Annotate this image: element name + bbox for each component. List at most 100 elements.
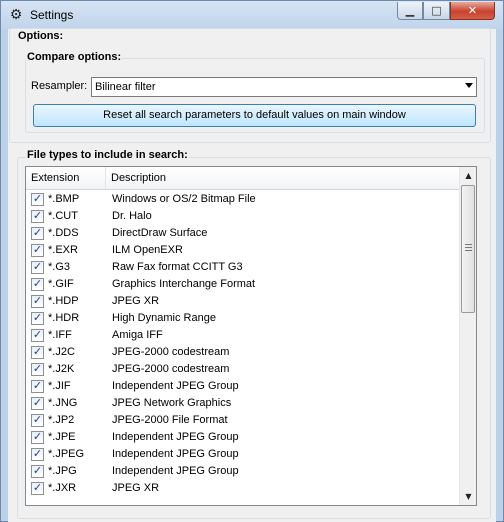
description-cell: Graphics Interchange Format: [112, 278, 256, 290]
options-label: Options:: [17, 30, 65, 42]
checkmark-icon: ✓: [32, 226, 43, 239]
description-cell: Amiga IFF: [112, 329, 163, 341]
list-item[interactable]: ✓ *.EXR ILM OpenEXR: [26, 242, 459, 259]
resampler-value: Bilinear filter: [95, 81, 156, 93]
include-checkbox[interactable]: ✓: [31, 464, 44, 478]
description-cell: JPEG-2000 File Format: [112, 414, 228, 426]
checkmark-icon: ✓: [32, 362, 43, 375]
chevron-down-icon: [465, 83, 473, 88]
include-checkbox[interactable]: ✓: [31, 277, 44, 291]
list-item[interactable]: ✓ *.J2C JPEG-2000 codestream: [26, 344, 459, 361]
extension-cell: *.G3: [48, 261, 71, 273]
include-checkbox[interactable]: ✓: [31, 226, 44, 240]
include-checkbox[interactable]: ✓: [31, 345, 44, 359]
resampler-select[interactable]: Bilinear filter: [91, 77, 477, 97]
include-checkbox[interactable]: ✓: [31, 362, 44, 376]
checkmark-icon: ✓: [32, 277, 43, 290]
include-checkbox[interactable]: ✓: [31, 396, 44, 410]
extension-cell: *.J2C: [48, 346, 75, 358]
extension-cell: *.GIF: [48, 278, 74, 290]
include-checkbox[interactable]: ✓: [31, 430, 44, 444]
list-item[interactable]: ✓ *.HDR High Dynamic Range: [26, 310, 459, 327]
list-item[interactable]: ✓ *.JNG JPEG Network Graphics: [26, 395, 459, 412]
include-checkbox[interactable]: ✓: [31, 243, 44, 257]
checkmark-icon: ✓: [32, 243, 43, 256]
extension-cell: *.DDS: [48, 227, 79, 239]
list-item[interactable]: ✓ *.JPEG Independent JPEG Group: [26, 446, 459, 463]
checkmark-icon: ✓: [32, 294, 43, 307]
list-item[interactable]: ✓ *.BMP Windows or OS/2 Bitmap File: [26, 191, 459, 208]
list-item[interactable]: ✓ *.G3 Raw Fax format CCITT G3: [26, 259, 459, 276]
extension-cell: *.JP2: [48, 414, 75, 426]
description-cell: Independent JPEG Group: [112, 380, 239, 392]
list-item[interactable]: ✓ *.JPE Independent JPEG Group: [26, 429, 459, 446]
include-checkbox[interactable]: ✓: [31, 294, 44, 308]
extension-cell: *.EXR: [48, 244, 78, 256]
description-cell: Dr. Halo: [112, 210, 152, 222]
include-checkbox[interactable]: ✓: [31, 311, 44, 325]
extension-cell: *.JIF: [48, 380, 71, 392]
description-cell: JPEG-2000 codestream: [112, 363, 230, 375]
include-checkbox[interactable]: ✓: [31, 481, 44, 495]
list-item[interactable]: ✓ *.JXR JPEG XR: [26, 480, 459, 497]
checkmark-icon: ✓: [32, 328, 43, 341]
extension-cell: *.HDP: [48, 295, 79, 307]
include-checkbox[interactable]: ✓: [31, 413, 44, 427]
list-item[interactable]: ✓ *.JP2 JPEG-2000 File Format: [26, 412, 459, 429]
checkmark-icon: ✓: [32, 260, 43, 273]
reset-defaults-button[interactable]: Reset all search parameters to default v…: [33, 104, 476, 127]
scrollbar-thumb[interactable]: [461, 185, 475, 313]
checkmark-icon: ✓: [32, 192, 43, 205]
list-item[interactable]: ✓ *.GIF Graphics Interchange Format: [26, 276, 459, 293]
resampler-label: Resampler:: [31, 80, 88, 92]
file-types-list[interactable]: Extension Description ✓ *.BMP Windows or O…: [25, 166, 477, 506]
list-item[interactable]: ✓ *.CUT Dr. Halo: [26, 208, 459, 225]
list-item[interactable]: ✓ *.JIF Independent JPEG Group: [26, 378, 459, 395]
column-header-description[interactable]: Description: [111, 172, 166, 184]
file-types-label: File types to include in search:: [26, 149, 189, 161]
description-cell: ILM OpenEXR: [112, 244, 183, 256]
checkmark-icon: ✓: [32, 464, 43, 477]
checkmark-icon: ✓: [32, 413, 43, 426]
extension-cell: *.JPE: [48, 431, 76, 443]
scroll-up-icon[interactable]: ▲: [460, 167, 476, 184]
scroll-down-icon[interactable]: ▼: [460, 488, 476, 505]
include-checkbox[interactable]: ✓: [31, 209, 44, 223]
list-item[interactable]: ✓ *.JPG Independent JPEG Group: [26, 463, 459, 480]
compare-options-label: Compare options:: [26, 51, 123, 63]
vertical-scrollbar[interactable]: ▲ ▼: [459, 167, 476, 505]
checkmark-icon: ✓: [32, 345, 43, 358]
column-header-extension[interactable]: Extension: [31, 172, 79, 184]
client-area: Options: Compare options: Resampler: Bil…: [0, 0, 504, 522]
grip-icon: [465, 244, 472, 251]
list-item[interactable]: ✓ *.IFF Amiga IFF: [26, 327, 459, 344]
extension-cell: *.JPEG: [48, 448, 85, 460]
include-checkbox[interactable]: ✓: [31, 260, 44, 274]
description-cell: Windows or OS/2 Bitmap File: [112, 193, 256, 205]
extension-cell: *.HDR: [48, 312, 80, 324]
list-item[interactable]: ✓ *.HDP JPEG XR: [26, 293, 459, 310]
checkmark-icon: ✓: [32, 481, 43, 494]
checkmark-icon: ✓: [32, 396, 43, 409]
include-checkbox[interactable]: ✓: [31, 447, 44, 461]
description-cell: JPEG-2000 codestream: [112, 346, 230, 358]
checkmark-icon: ✓: [32, 447, 43, 460]
include-checkbox[interactable]: ✓: [31, 379, 44, 393]
column-divider[interactable]: [105, 167, 106, 189]
list-item[interactable]: ✓ *.J2K JPEG-2000 codestream: [26, 361, 459, 378]
description-cell: JPEG XR: [112, 295, 160, 307]
checkmark-icon: ✓: [32, 430, 43, 443]
description-cell: Independent JPEG Group: [112, 448, 239, 460]
include-checkbox[interactable]: ✓: [31, 192, 44, 206]
extension-cell: *.JNG: [48, 397, 78, 409]
description-cell: Independent JPEG Group: [112, 465, 239, 477]
list-rows: ✓ *.BMP Windows or OS/2 Bitmap File ✓ *.CUT D…: [26, 191, 459, 497]
list-header: Extension Description: [26, 167, 459, 190]
include-checkbox[interactable]: ✓: [31, 328, 44, 342]
description-cell: DirectDraw Surface: [112, 227, 208, 239]
description-cell: JPEG Network Graphics: [112, 397, 232, 409]
extension-cell: *.JXR: [48, 482, 77, 494]
extension-cell: *.JPG: [48, 465, 77, 477]
list-item[interactable]: ✓ *.DDS DirectDraw Surface: [26, 225, 459, 242]
description-cell: Raw Fax format CCITT G3: [112, 261, 243, 273]
